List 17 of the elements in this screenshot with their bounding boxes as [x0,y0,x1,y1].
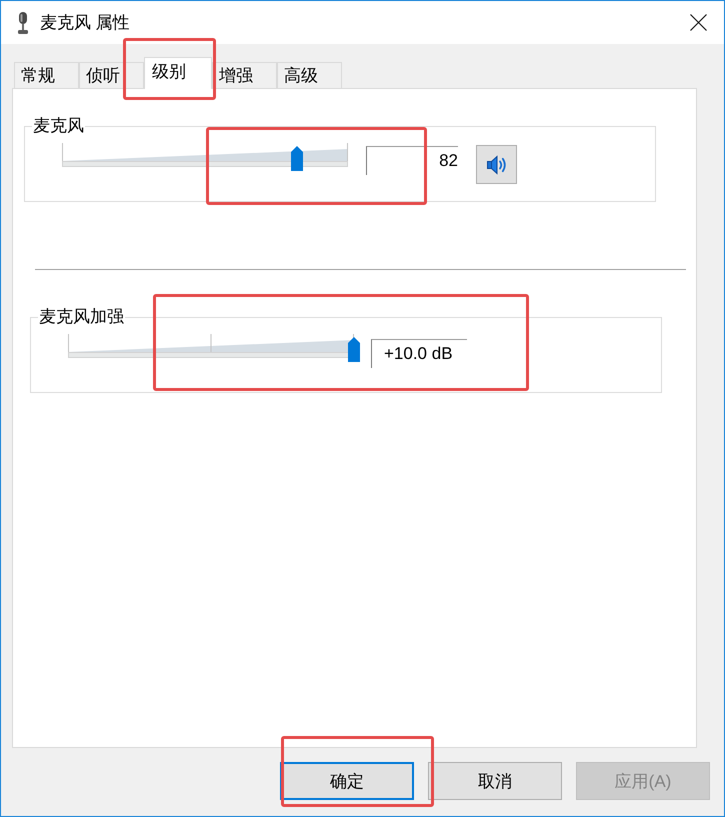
tab[interactable]: 级别 [144,57,212,89]
speaker-button[interactable] [476,145,517,184]
slider-thumb[interactable] [348,337,360,362]
group-label: 麦克风 [32,116,85,136]
group-label: 麦克风加强 [38,307,125,327]
slider-thumb[interactable] [290,146,303,171]
level-field[interactable]: 82 [366,146,458,175]
level-field[interactable]: +10.0 dB [371,339,467,368]
dialog-button[interactable]: 确定 [280,762,414,800]
tab[interactable]: 增强 [212,62,277,88]
tab[interactable]: 高级 [277,62,342,88]
microphone-icon [17,12,29,34]
close-icon[interactable] [690,14,707,31]
dialog-button[interactable]: 取消 [428,762,562,800]
window-title: 麦克风 属性 [40,12,130,34]
tab[interactable]: 侦听 [79,62,144,88]
tab[interactable]: 常规 [14,62,79,88]
